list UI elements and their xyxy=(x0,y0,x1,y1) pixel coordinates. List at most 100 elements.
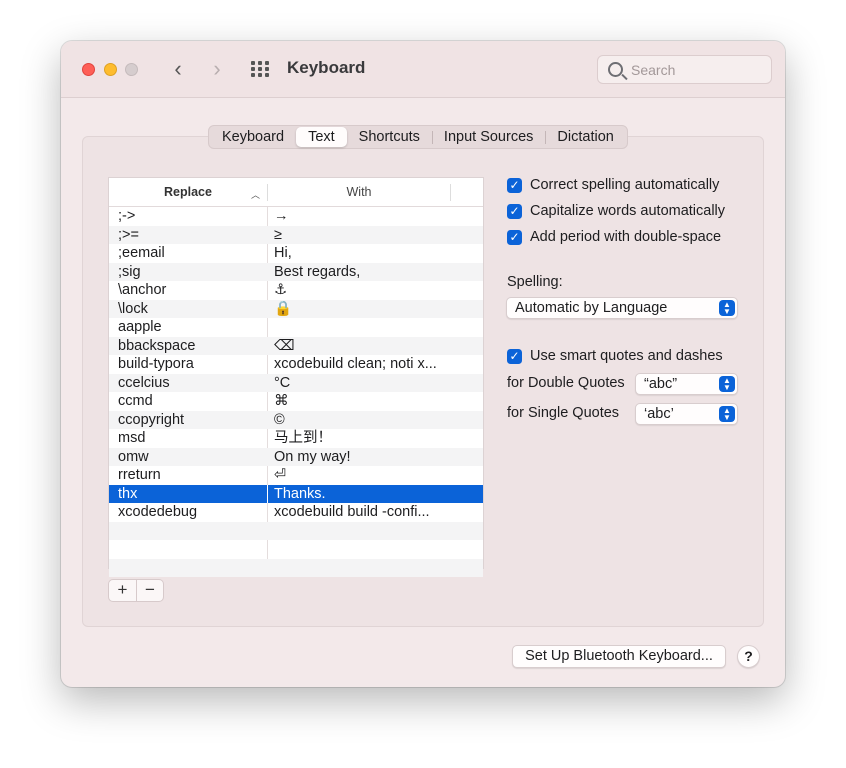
table-row[interactable]: \lock 🔒 xyxy=(109,299,483,319)
with-cell[interactable] xyxy=(268,318,483,337)
search-input[interactable] xyxy=(631,60,766,80)
popup-value: Automatic by Language xyxy=(515,300,668,316)
table-row[interactable] xyxy=(109,521,483,541)
capitalize-words-checkbox[interactable]: ✓ Capitalize words automatically xyxy=(507,203,725,219)
remove-replacement-button[interactable]: − xyxy=(136,580,163,601)
table-row[interactable] xyxy=(109,540,483,559)
with-cell[interactable]: Hi, xyxy=(268,244,483,263)
text-replacement-table[interactable]: Replace ︿ With ;-> → ;>= ≥ ;eemail Hi, ;sig Bes… xyxy=(108,177,484,577)
replace-cell[interactable]: ccopyright xyxy=(109,411,268,430)
checkbox-label: Add period with double-space xyxy=(530,229,722,245)
close-window-button[interactable] xyxy=(82,63,95,76)
replace-cell[interactable]: ;sig xyxy=(109,263,268,282)
popup-value: “abc” xyxy=(644,376,678,392)
with-cell[interactable]: ⏎ xyxy=(268,466,483,485)
with-cell[interactable]: Thanks. xyxy=(268,485,483,504)
table-row[interactable]: build-typora xcodebuild clean; noti x... xyxy=(109,355,483,374)
spelling-language-popup[interactable]: Automatic by Language ▲ ▼ xyxy=(506,297,738,319)
replace-cell[interactable]: bbackspace xyxy=(109,337,268,356)
zoom-window-button[interactable] xyxy=(125,63,138,76)
checkmark-icon[interactable]: ✓ xyxy=(507,348,522,364)
replace-cell[interactable]: omw xyxy=(109,448,268,467)
with-cell[interactable]: Best regards, xyxy=(268,263,483,282)
checkmark-icon[interactable]: ✓ xyxy=(507,229,522,245)
with-column-header[interactable]: With xyxy=(268,178,450,207)
replace-cell[interactable]: \anchor xyxy=(109,281,268,300)
replace-cell[interactable]: ;eemail xyxy=(109,244,268,263)
with-cell[interactable] xyxy=(268,559,483,578)
table-row[interactable]: ;-> → xyxy=(109,207,483,226)
tab-dictation[interactable]: Dictation xyxy=(545,127,625,147)
tab-input-sources[interactable]: Input Sources xyxy=(431,127,545,147)
with-cell[interactable]: On my way! xyxy=(268,448,483,467)
replace-cell[interactable]: ;>= xyxy=(109,226,268,245)
checkmark-icon[interactable]: ✓ xyxy=(507,203,522,219)
replace-cell[interactable] xyxy=(109,522,268,541)
with-cell[interactable]: ⌫ xyxy=(268,337,483,356)
table-row[interactable]: thx Thanks. xyxy=(109,484,483,504)
spelling-label: Spelling: xyxy=(507,274,563,290)
replace-cell[interactable]: ;-> xyxy=(109,207,268,226)
single-quotes-popup[interactable]: ‘abc’ ▲ ▼ xyxy=(635,403,738,425)
with-cell[interactable]: ⌘ xyxy=(268,392,483,411)
search-field[interactable] xyxy=(597,55,772,84)
with-cell[interactable] xyxy=(268,540,483,559)
replace-cell[interactable]: aapple xyxy=(109,318,268,337)
replace-cell[interactable]: ccelcius xyxy=(109,374,268,393)
tab-keyboard[interactable]: Keyboard xyxy=(210,127,296,147)
with-cell[interactable]: xcodebuild clean; noti x... xyxy=(268,355,483,374)
smart-quotes-checkbox[interactable]: ✓ Use smart quotes and dashes xyxy=(507,348,723,364)
setup-bluetooth-keyboard-button[interactable]: Set Up Bluetooth Keyboard... xyxy=(512,645,726,668)
add-replacement-button[interactable]: + xyxy=(109,580,136,601)
with-cell[interactable]: ≥ xyxy=(268,226,483,245)
table-row[interactable]: rreturn ⏎ xyxy=(109,466,483,485)
replace-cell[interactable] xyxy=(109,540,268,559)
replace-cell[interactable]: rreturn xyxy=(109,466,268,485)
with-cell[interactable]: °C xyxy=(268,374,483,393)
table-row[interactable]: ;sig Best regards, xyxy=(109,262,483,282)
with-cell[interactable]: 🔒 xyxy=(268,300,483,319)
replace-cell[interactable]: ccmd xyxy=(109,392,268,411)
replace-cell[interactable]: \lock xyxy=(109,300,268,319)
tab-shortcuts[interactable]: Shortcuts xyxy=(347,127,432,147)
table-rows: ;-> → ;>= ≥ ;eemail Hi, ;sig Best regards, \anch… xyxy=(109,207,483,577)
replace-cell[interactable]: build-typora xyxy=(109,355,268,374)
checkbox-label: Capitalize words automatically xyxy=(530,203,726,219)
show-all-grid-icon[interactable] xyxy=(251,61,271,77)
with-cell[interactable]: © xyxy=(268,411,483,430)
table-row[interactable]: ccmd ⌘ xyxy=(109,392,483,411)
with-cell[interactable]: ⚓ xyxy=(268,281,483,300)
add-period-checkbox[interactable]: ✓ Add period with double-space xyxy=(507,229,721,245)
table-row[interactable]: ccopyright © xyxy=(109,410,483,430)
table-row[interactable]: bbackspace ⌫ xyxy=(109,336,483,356)
checkmark-icon[interactable]: ✓ xyxy=(507,177,522,193)
sort-ascending-icon: ︿ xyxy=(251,190,261,200)
column-divider xyxy=(450,184,451,201)
with-cell[interactable]: xcodebuild build -confi... xyxy=(268,503,483,522)
minimize-window-button[interactable] xyxy=(104,63,117,76)
replace-cell[interactable] xyxy=(109,559,268,578)
correct-spelling-checkbox[interactable]: ✓ Correct spelling automatically xyxy=(507,177,719,193)
table-row[interactable]: ccelcius °C xyxy=(109,373,483,393)
double-quotes-popup[interactable]: “abc” ▲ ▼ xyxy=(635,373,738,395)
back-button[interactable]: ‹ xyxy=(167,57,189,81)
with-cell[interactable]: 马上到！ xyxy=(268,429,483,448)
table-row[interactable]: aapple xyxy=(109,318,483,337)
help-button[interactable]: ? xyxy=(737,645,760,668)
tab-text[interactable]: Text xyxy=(296,127,347,147)
table-row[interactable]: ;eemail Hi, xyxy=(109,244,483,263)
replace-column-header[interactable]: Replace xyxy=(109,178,267,207)
replace-cell[interactable]: xcodedebug xyxy=(109,503,268,522)
table-row[interactable]: xcodedebug xcodebuild build -confi... xyxy=(109,503,483,522)
table-row[interactable]: msd 马上到！ xyxy=(109,429,483,448)
replace-cell[interactable]: thx xyxy=(109,484,268,503)
with-cell[interactable] xyxy=(268,522,483,541)
table-row[interactable] xyxy=(109,558,483,578)
checkbox-label: Correct spelling automatically xyxy=(530,177,720,193)
table-row[interactable]: \anchor ⚓ xyxy=(109,281,483,300)
replace-cell[interactable]: msd xyxy=(109,429,268,448)
forward-button[interactable]: › xyxy=(206,57,228,81)
table-row[interactable]: omw On my way! xyxy=(109,447,483,467)
with-cell[interactable]: → xyxy=(268,207,483,226)
table-row[interactable]: ;>= ≥ xyxy=(109,225,483,245)
